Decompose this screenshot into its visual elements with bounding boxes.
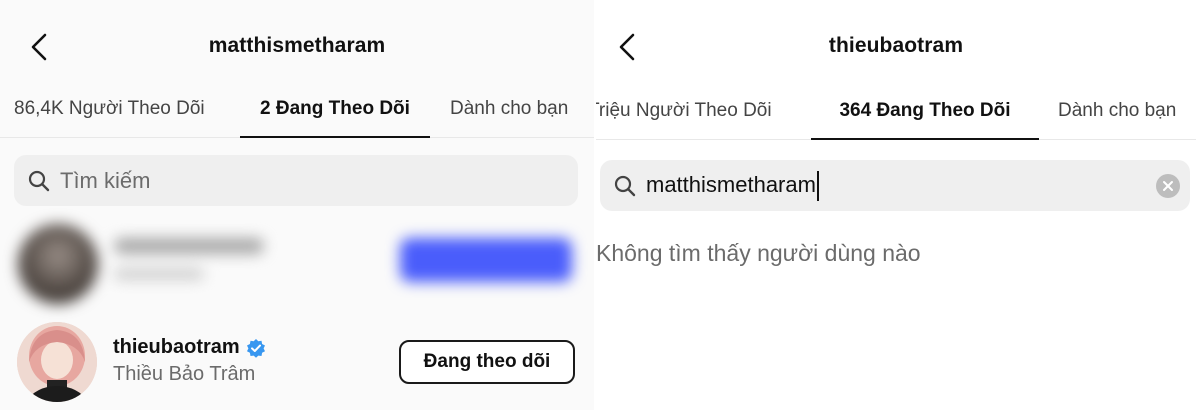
clear-search-button[interactable]: [1156, 174, 1180, 198]
search-input[interactable]: matthismetharam: [646, 170, 819, 201]
blurred-username: [114, 238, 264, 254]
tab-followers[interactable]: 86,4K Người Theo Dõi: [14, 80, 205, 138]
tab-following[interactable]: 2 Đang Theo Dõi: [240, 80, 430, 138]
following-list-panel: matthismetharam 86,4K Người Theo Dõi 2 Đ…: [0, 0, 594, 410]
tab-suggested[interactable]: Dành cho bạn: [450, 80, 568, 138]
user-list-item[interactable]: thieubaotram Thiều Bảo Trâm Đang theo dõ…: [14, 320, 584, 404]
search-query-text: matthismetharam: [646, 171, 816, 197]
profile-username-title: matthismetharam: [208, 34, 386, 57]
profile-photo: [17, 322, 97, 402]
verified-badge-icon: [246, 338, 265, 358]
full-name: Thiều Bảo Trâm: [113, 363, 256, 385]
search-input[interactable]: Tìm kiếm: [60, 168, 150, 194]
no-results-message: Không tìm thấy người dùng nào: [596, 240, 921, 266]
tab-bar: 86,4K Người Theo Dõi 2 Đang Theo Dõi Dàn…: [0, 80, 594, 138]
following-button[interactable]: Đang theo dõi: [399, 340, 575, 384]
search-bar[interactable]: Tìm kiếm: [14, 155, 578, 206]
avatar[interactable]: [17, 322, 97, 402]
close-icon: [1163, 181, 1173, 191]
search-icon: [28, 170, 50, 191]
search-icon: [614, 175, 636, 196]
blurred-avatar: [18, 224, 98, 304]
tab-suggested[interactable]: Dành cho bạn: [1058, 82, 1176, 140]
text-caret: [816, 170, 819, 201]
username[interactable]: thieubaotram: [113, 336, 240, 359]
profile-username-title: thieubaotram: [828, 34, 964, 57]
following-search-panel: thieubaotram Triệu Người Theo Dõi 364 Đa…: [596, 0, 1196, 410]
tab-bar: Triệu Người Theo Dõi 364 Đang Theo Dõi D…: [596, 82, 1196, 140]
blurred-user-row: [14, 218, 584, 308]
search-bar[interactable]: matthismetharam: [600, 160, 1190, 211]
blurred-follow-button: [400, 238, 572, 282]
blurred-fullname: [114, 268, 204, 280]
tab-following[interactable]: 364 Đang Theo Dõi: [811, 82, 1039, 140]
tab-followers[interactable]: Triệu Người Theo Dõi: [596, 82, 772, 140]
